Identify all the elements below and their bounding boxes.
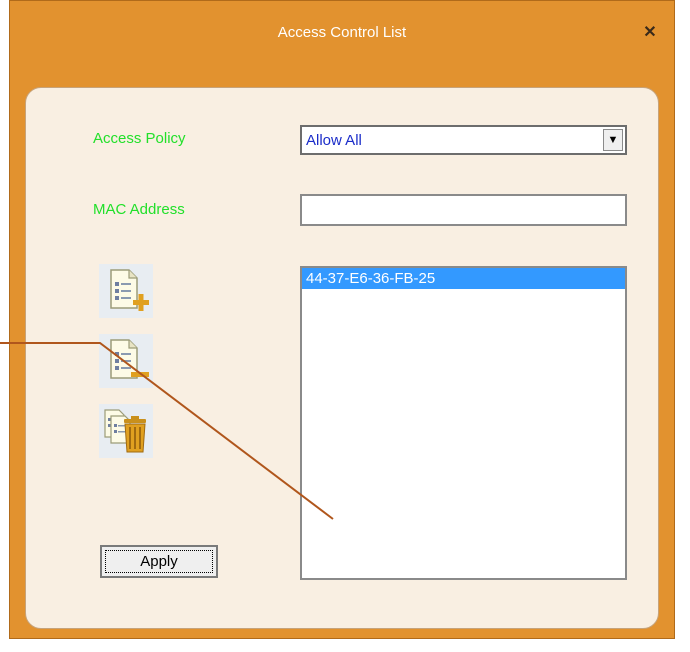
- list-item[interactable]: 44-37-E6-36-FB-25: [302, 268, 625, 289]
- mac-address-list[interactable]: 44-37-E6-36-FB-25: [300, 266, 627, 580]
- window-title: Access Control List: [277, 24, 407, 41]
- access-policy-label: Access Policy: [93, 130, 186, 147]
- chevron-down-icon[interactable]: ▼: [603, 129, 623, 151]
- add-entry-icon[interactable]: [99, 264, 153, 318]
- content-panel: Access Policy Allow All ▼ MAC Address Ap…: [25, 87, 659, 629]
- apply-button[interactable]: Apply: [100, 545, 218, 578]
- close-icon[interactable]: ✕: [640, 23, 660, 43]
- access-policy-select[interactable]: Allow All ▼: [300, 125, 627, 155]
- access-policy-value: Allow All: [306, 132, 362, 149]
- remove-entry-icon[interactable]: [99, 334, 153, 388]
- access-control-dialog: Access Control List ✕ Access Policy Allo…: [9, 0, 675, 639]
- delete-all-icon[interactable]: [99, 404, 153, 458]
- mac-address-label: MAC Address: [93, 201, 185, 218]
- mac-address-input[interactable]: [300, 194, 627, 226]
